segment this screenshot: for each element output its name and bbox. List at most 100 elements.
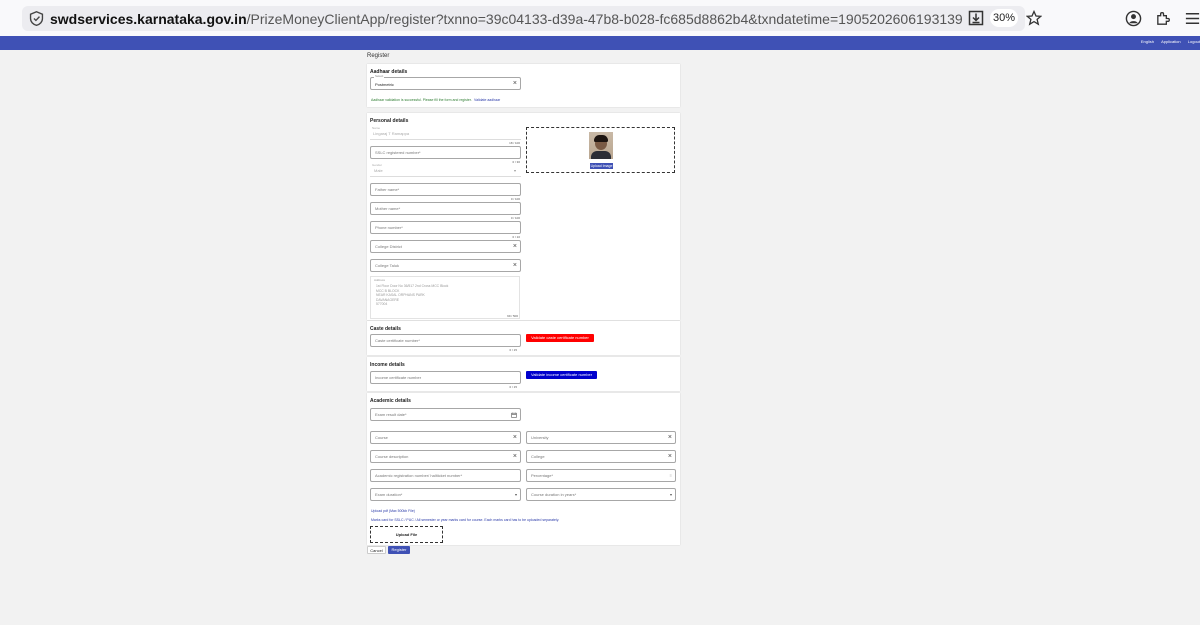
shield-icon[interactable] xyxy=(28,10,45,27)
menu-icon[interactable] xyxy=(1184,10,1200,27)
clear-icon[interactable]: × xyxy=(513,242,517,251)
college-placeholder: College xyxy=(531,454,545,459)
scheme-select[interactable]: Select Postmetric × xyxy=(370,74,521,90)
language-link[interactable]: English xyxy=(1141,39,1154,44)
extensions-icon[interactable] xyxy=(1155,10,1172,27)
url-text[interactable]: swdservices.karnataka.gov.in/PrizeMoneyC… xyxy=(50,10,962,28)
upload-pdf-link[interactable]: Upload pdf (Max 500kb File) xyxy=(371,509,415,513)
caste-title: Caste details xyxy=(370,326,401,332)
address-textarea[interactable]: Address 1st Floor Door No 36/517 2nd Cro… xyxy=(370,276,520,319)
gender-chevron-icon[interactable]: ▾ xyxy=(514,168,516,173)
clear-icon[interactable]: × xyxy=(513,452,517,461)
phone-counter: 0 / 10 xyxy=(512,235,520,239)
registration-number-placeholder: Academic registration number/ hallticket… xyxy=(375,473,463,478)
clear-icon[interactable]: × xyxy=(668,452,672,461)
url-domain: swdservices.karnataka.gov.in xyxy=(50,11,247,27)
exam-result-date-input[interactable]: Exam result date* xyxy=(370,408,521,421)
validate-aadhaar-link[interactable]: Validate aadhaar xyxy=(474,98,500,102)
mother-counter: 0 / 100 xyxy=(510,216,520,220)
marks-card-note: Marks card for SSLC / PUC / All semester… xyxy=(371,518,560,522)
college-taluk-placeholder: College Taluk xyxy=(375,263,399,268)
father-counter: 0 / 100 xyxy=(510,197,520,201)
father-placeholder: Father name* xyxy=(375,187,400,192)
clear-icon[interactable]: × xyxy=(513,433,517,442)
sslc-placeholder: SSLC registered number* xyxy=(375,150,421,155)
url-path: /PrizeMoneyClientApp/register?txnno=39c0… xyxy=(246,11,962,27)
course-description-select[interactable]: Course description × xyxy=(370,450,521,463)
exam-date-placeholder: Exam result date* xyxy=(375,412,407,417)
calendar-icon[interactable] xyxy=(511,412,517,418)
cancel-button[interactable]: Cancel xyxy=(367,546,386,554)
validate-caste-button[interactable]: Validate caste certificate number xyxy=(526,334,594,342)
stepper-icon[interactable]: ≡ xyxy=(670,473,672,478)
photo-body-shape xyxy=(591,151,611,159)
sslc-counter: 0 / 30 xyxy=(512,160,520,164)
exam-duration-placeholder: Exam duration* xyxy=(375,492,403,497)
course-duration-placeholder: Course duration in years* xyxy=(531,492,577,497)
photo-hair-shape xyxy=(594,135,608,142)
name-label: Name xyxy=(372,126,381,130)
gender-underline xyxy=(370,176,521,177)
address-bar[interactable]: swdservices.karnataka.gov.in/PrizeMoneyC… xyxy=(22,6,1042,31)
account-icon[interactable] xyxy=(1125,10,1142,27)
registration-number-input[interactable]: Academic registration number/ hallticket… xyxy=(370,469,521,482)
college-district-placeholder: College District xyxy=(375,244,402,249)
college-select[interactable]: College × xyxy=(526,450,676,463)
mother-placeholder: Mother name* xyxy=(375,206,401,211)
header-links: English Application Logout xyxy=(1135,39,1200,47)
income-counter: 0 / 15 xyxy=(509,385,517,389)
exam-duration-select[interactable]: Exam duration* ▾ xyxy=(370,488,521,501)
gender-label: Gender xyxy=(372,163,383,167)
validate-income-button[interactable]: Validate income certificate number xyxy=(526,371,597,379)
clear-icon[interactable]: × xyxy=(513,79,517,88)
browser-toolbar: swdservices.karnataka.gov.in/PrizeMoneyC… xyxy=(0,0,1200,36)
caste-certificate-input[interactable]: Caste certificate number* xyxy=(370,334,521,347)
scheme-select-value: Postmetric xyxy=(375,82,394,87)
university-placeholder: University xyxy=(531,435,549,440)
address-counter: 99 / 500 xyxy=(507,314,518,318)
register-button[interactable]: Register xyxy=(388,546,410,554)
gender-value[interactable]: Male xyxy=(374,168,383,173)
course-select[interactable]: Course × xyxy=(370,431,521,444)
profile-photo xyxy=(589,132,613,159)
upload-file-label: Upload File xyxy=(395,532,418,537)
page-title: Register xyxy=(367,53,390,59)
phone-number-input[interactable]: Phone number* xyxy=(370,221,521,234)
chevron-down-icon[interactable]: ▾ xyxy=(515,492,517,497)
address-label: Address xyxy=(374,278,386,282)
clear-icon[interactable]: × xyxy=(668,433,672,442)
site-header: English Application Logout xyxy=(0,36,1200,50)
course-description-placeholder: Course description xyxy=(375,454,409,459)
father-name-input[interactable]: Father name* xyxy=(370,183,521,196)
name-counter: 18 / 100 xyxy=(509,141,520,145)
course-placeholder: Course xyxy=(375,435,388,440)
zoom-level[interactable]: 30% xyxy=(990,9,1018,27)
upload-file-area[interactable]: Upload File xyxy=(370,526,443,543)
phone-placeholder: Phone number* xyxy=(375,225,403,230)
income-title: Income details xyxy=(370,362,405,368)
download-icon[interactable] xyxy=(968,10,984,26)
mother-name-input[interactable]: Mother name* xyxy=(370,202,521,215)
college-district-select[interactable]: College District × xyxy=(370,240,521,253)
logout-link[interactable]: Logout xyxy=(1188,39,1200,44)
university-select[interactable]: University × xyxy=(526,431,676,444)
sslc-number-input[interactable]: SSLC registered number* xyxy=(370,146,521,159)
clear-icon[interactable]: × xyxy=(513,261,517,270)
course-duration-select[interactable]: Course duration in years* ▾ xyxy=(526,488,676,501)
academic-title: Academic details xyxy=(370,398,411,404)
upload-image-button[interactable]: Upload Image xyxy=(590,163,613,169)
income-placeholder: Income certificate number xyxy=(375,375,422,380)
scheme-select-label: Select xyxy=(374,74,385,78)
aadhaar-success-message: Aadhaar validation is successful. Please… xyxy=(371,98,472,102)
percentage-input[interactable]: Percentage* ≡ xyxy=(526,469,676,482)
college-taluk-select[interactable]: College Taluk × xyxy=(370,259,521,272)
address-text: 1st Floor Door No 36/517 2nd Cross MCC B… xyxy=(376,284,449,307)
caste-counter: 0 / 15 xyxy=(509,348,517,352)
photo-upload-area[interactable]: Upload Image xyxy=(526,127,675,173)
star-icon[interactable] xyxy=(1026,10,1042,26)
personal-title: Personal details xyxy=(370,118,409,124)
name-value: Lingaraj T Ramappa xyxy=(373,131,410,136)
income-certificate-input[interactable]: Income certificate number xyxy=(370,371,521,384)
application-link[interactable]: Application xyxy=(1161,39,1181,44)
chevron-down-icon[interactable]: ▾ xyxy=(670,492,672,497)
